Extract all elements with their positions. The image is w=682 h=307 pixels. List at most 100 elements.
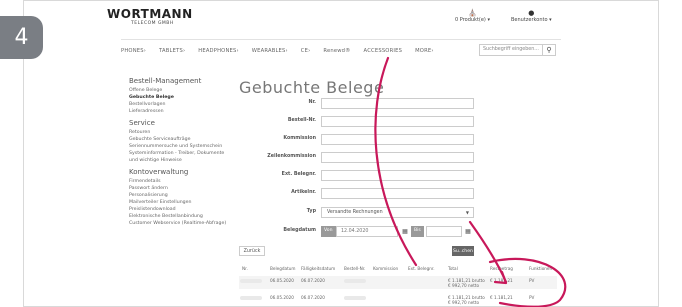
cell-functions[interactable]: PV	[529, 278, 534, 283]
col-header-functions[interactable]: Funktionen	[529, 266, 552, 271]
field-label: Kommission	[283, 136, 316, 141]
sidebar-item-personalization[interactable]: Personalisierung	[129, 192, 234, 199]
cell-rest: € 1.181,21	[490, 295, 513, 300]
form-row-ext-belegnr: Ext. Belegnr.	[239, 170, 474, 181]
step-badge: 4	[0, 16, 43, 59]
search-icon: ⚲	[546, 46, 552, 54]
sidebar-heading: Bestell-Management	[129, 77, 202, 85]
sidebar-group-account: Kontoverwaltung Firmendetails Passwort ä…	[129, 168, 234, 227]
cart-link[interactable]: ⛪ 0 Produkt(e) ▾	[455, 9, 490, 23]
sidebar-group-service: Service Retouren Gebuchte Serviceaufträg…	[129, 119, 234, 164]
nav-item-more[interactable]: MORE›	[415, 48, 434, 54]
page-title: Gebuchte Belege	[239, 78, 385, 97]
col-header-ext[interactable]: Ext. Belegnr.	[408, 266, 435, 271]
field-label: Nr.	[308, 100, 316, 105]
type-select-value: Versandte Rechnungen	[327, 210, 383, 215]
chevron-down-icon: ▼	[465, 210, 469, 215]
nr-input[interactable]	[321, 98, 474, 109]
calendar-icon[interactable]: ▦	[462, 226, 474, 237]
col-header-date[interactable]: Belegdatum	[270, 266, 295, 271]
nav-item-accessories[interactable]: ACCESSORIES	[364, 48, 403, 54]
sidebar-item-order-templates[interactable]: Bestellvorlagen	[129, 101, 234, 108]
sidebar-item-edi[interactable]: Elektronische Bestellanbindung	[129, 213, 234, 220]
cell-total-net: € 992,70 netto	[448, 283, 480, 288]
cart-icon: ⛪	[468, 9, 477, 17]
header-divider	[121, 39, 561, 40]
form-row-nr: Nr.	[239, 98, 474, 109]
sidebar-item-serial-search[interactable]: Seriennummersuche und Systemschein	[129, 143, 234, 150]
nav-item-wearables[interactable]: WEARABLES›	[252, 48, 288, 54]
sidebar-item-password[interactable]: Passwort ändern	[129, 185, 234, 192]
account-label: Benutzerkonto ▾	[511, 17, 552, 23]
sidebar-item-system-info[interactable]: Systeminformation - Treiber, Dokumente	[129, 150, 234, 157]
col-header-total[interactable]: Total	[448, 266, 458, 271]
nav-item-ce[interactable]: CE›	[301, 48, 311, 54]
field-label: Bestell-Nr.	[287, 118, 316, 123]
order-number-input[interactable]	[321, 116, 474, 127]
cell-due: 06.07.2020	[301, 295, 325, 300]
field-label: Typ	[306, 209, 316, 214]
to-label: Bis	[411, 226, 424, 237]
sidebar-item-booked-docs[interactable]: Gebuchte Belege	[129, 94, 234, 101]
col-header-rest[interactable]: Restbetrag	[490, 266, 513, 271]
form-row-belegdatum: Belegdatum Von 12.04.2020 ▦ Bis ▦	[239, 226, 474, 237]
nav-item-headphones[interactable]: HEADPHONES›	[198, 48, 239, 54]
form-row-artikelnr: Artikelnr.	[239, 188, 474, 199]
nav-item-renewd[interactable]: Renewd®	[323, 48, 350, 54]
cell-date: 06.05.2020	[270, 295, 294, 300]
user-icon: ●	[528, 9, 535, 17]
cell-functions[interactable]: PV	[529, 295, 534, 300]
nav-item-phones[interactable]: PHONES›	[121, 48, 146, 54]
sidebar-item-open-docs[interactable]: Offene Belege	[129, 87, 234, 94]
form-row-zeilenkommission: Zeilenkommission	[239, 152, 474, 163]
sidebar-heading: Kontoverwaltung	[129, 168, 189, 176]
sidebar-item-webservice[interactable]: Customer Webservice (Realtime-Abfrage)	[129, 220, 234, 227]
to-date-input[interactable]	[426, 226, 462, 237]
col-header-commission[interactable]: Kommission	[373, 266, 398, 271]
main-nav: PHONES› TABLETS› HEADPHONES› WEARABLES› …	[121, 48, 447, 54]
redacted-cell	[240, 279, 262, 283]
from-label: Von	[321, 226, 336, 237]
calendar-icon[interactable]: ▦	[399, 226, 411, 237]
brand-logo[interactable]: WORTMANN TELECOM GMBH	[107, 7, 193, 26]
sidebar: Bestell-Management Offene Belege Gebucht…	[129, 77, 234, 231]
line-commission-input[interactable]	[321, 152, 474, 163]
back-button[interactable]: Zurück	[239, 246, 265, 256]
field-label: Belegdatum	[283, 228, 316, 233]
brand-name: WORTMANN	[107, 7, 193, 21]
field-label: Zeilenkommission	[267, 154, 316, 159]
type-select[interactable]: Versandte Rechnungen ▼	[321, 207, 474, 218]
table-row[interactable]: 06.05.2020 06.07.2020 € 1.181,21 brutto …	[239, 277, 557, 289]
sidebar-item-pricelist[interactable]: Preislistendownload	[129, 206, 234, 213]
cart-label: 0 Produkt(e) ▾	[455, 17, 490, 23]
sidebar-item-delivery-addresses[interactable]: Lieferadressen	[129, 108, 234, 115]
form-row-typ: Typ Versandte Rechnungen ▼	[239, 207, 474, 218]
commission-input[interactable]	[321, 134, 474, 145]
sidebar-item-company[interactable]: Firmendetails	[129, 178, 234, 185]
brand-sub: TELECOM GMBH	[131, 21, 174, 26]
search-button[interactable]: ⚲	[543, 44, 556, 56]
sidebar-item-system-info-cont[interactable]: und wichtige Hinweise	[129, 157, 234, 164]
col-header-due[interactable]: Fälligkeitsdatum	[301, 266, 335, 271]
nav-item-tablets[interactable]: TABLETS›	[159, 48, 185, 54]
col-header-nr[interactable]: Nr.	[242, 266, 248, 271]
search-submit-button[interactable]: Su..chen	[452, 246, 474, 256]
cell-date: 06.05.2020	[270, 278, 294, 283]
sidebar-item-returns[interactable]: Retouren	[129, 129, 234, 136]
form-row-bestell-nr: Bestell-Nr.	[239, 116, 474, 127]
form-row-kommission: Kommission	[239, 134, 474, 145]
table-row[interactable]: 06.05.2020 06.07.2020 € 1.181,21 brutto …	[239, 294, 557, 306]
search-input[interactable]: Suchbegriff eingeben...	[479, 44, 543, 56]
article-number-input[interactable]	[321, 188, 474, 199]
sidebar-item-service-orders[interactable]: Gebuchte Serviceaufträge	[129, 136, 234, 143]
sidebar-item-mail-settings[interactable]: Mailverteiler Einstellungen	[129, 199, 234, 206]
account-link[interactable]: ● Benutzerkonto ▾	[511, 9, 552, 23]
col-header-order[interactable]: Bestell-Nr.	[344, 266, 366, 271]
ext-doc-number-input[interactable]	[321, 170, 474, 181]
cell-due: 06.07.2020	[301, 278, 325, 283]
redacted-cell	[344, 279, 366, 283]
from-date-input[interactable]: 12.04.2020	[336, 226, 398, 237]
redacted-cell	[240, 296, 262, 300]
cell-total-net: € 992,70 netto	[448, 300, 480, 305]
sidebar-heading: Service	[129, 119, 155, 127]
